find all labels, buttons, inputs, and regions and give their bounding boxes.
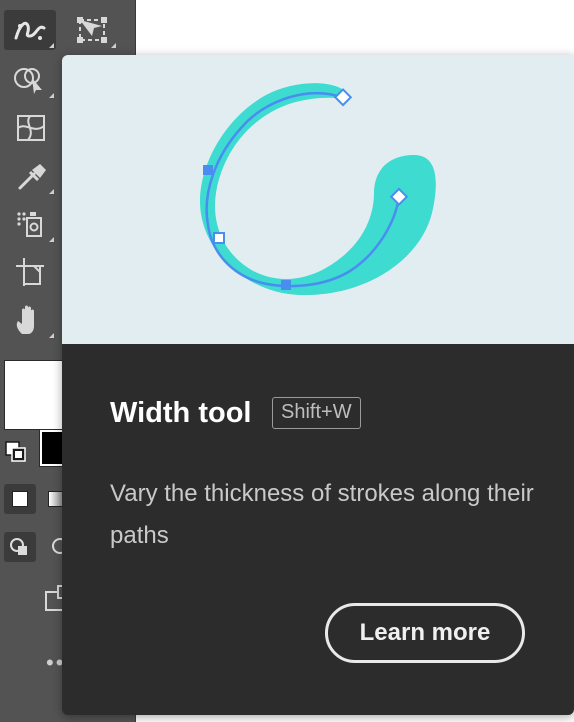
color-mode-icon [12, 491, 28, 507]
symbol-sprayer-tool-button[interactable] [4, 204, 56, 244]
tool-flyout-indicator [111, 43, 116, 48]
hand-tool-icon [16, 305, 34, 334]
width-tool-button[interactable] [4, 10, 56, 50]
anchor-point [213, 232, 225, 244]
eyedropper-tool-button[interactable] [4, 156, 56, 196]
shape-builder-tool-button[interactable] [4, 60, 56, 100]
learn-more-button[interactable]: Learn more [325, 603, 525, 663]
keyboard-shortcut-badge: Shift+W [272, 397, 361, 429]
anchor-point [203, 165, 213, 175]
artboard-tool-button[interactable] [4, 252, 56, 292]
free-transform-tool-button[interactable] [66, 10, 118, 50]
draw-normal-button[interactable] [4, 532, 36, 562]
tool-flyout-indicator [49, 43, 54, 48]
tool-tooltip-card: Width tool Shift+W Vary the thickness of… [62, 55, 574, 715]
tooltip-description: Vary the thickness of strokes along thei… [110, 480, 534, 549]
width-stroke-illustration [200, 83, 436, 296]
shape-builder-tool-icon [14, 68, 42, 94]
tooltip-title: Width tool [110, 397, 252, 429]
mesh-tool-button[interactable] [4, 108, 56, 148]
tool-flyout-indicator [49, 333, 54, 338]
eyedropper-tool-icon [18, 164, 46, 190]
draw-normal-icon [10, 538, 27, 555]
hand-tool-button[interactable] [4, 300, 56, 340]
width-tool-icon [14, 21, 46, 40]
tool-flyout-indicator [49, 93, 54, 98]
color-mode-button[interactable] [4, 484, 36, 514]
fill-color-swatch[interactable] [4, 360, 64, 430]
symbol-sprayer-tool-icon [17, 212, 42, 237]
mesh-tool-icon [17, 115, 45, 141]
anchor-point [281, 280, 291, 290]
tool-preview-illustration [62, 55, 574, 344]
tool-flyout-indicator [49, 189, 54, 194]
artboard-tool-icon [16, 258, 44, 286]
default-fill-stroke-icon[interactable] [4, 440, 28, 464]
free-transform-tool-icon [77, 17, 107, 43]
tool-flyout-indicator [49, 237, 54, 242]
